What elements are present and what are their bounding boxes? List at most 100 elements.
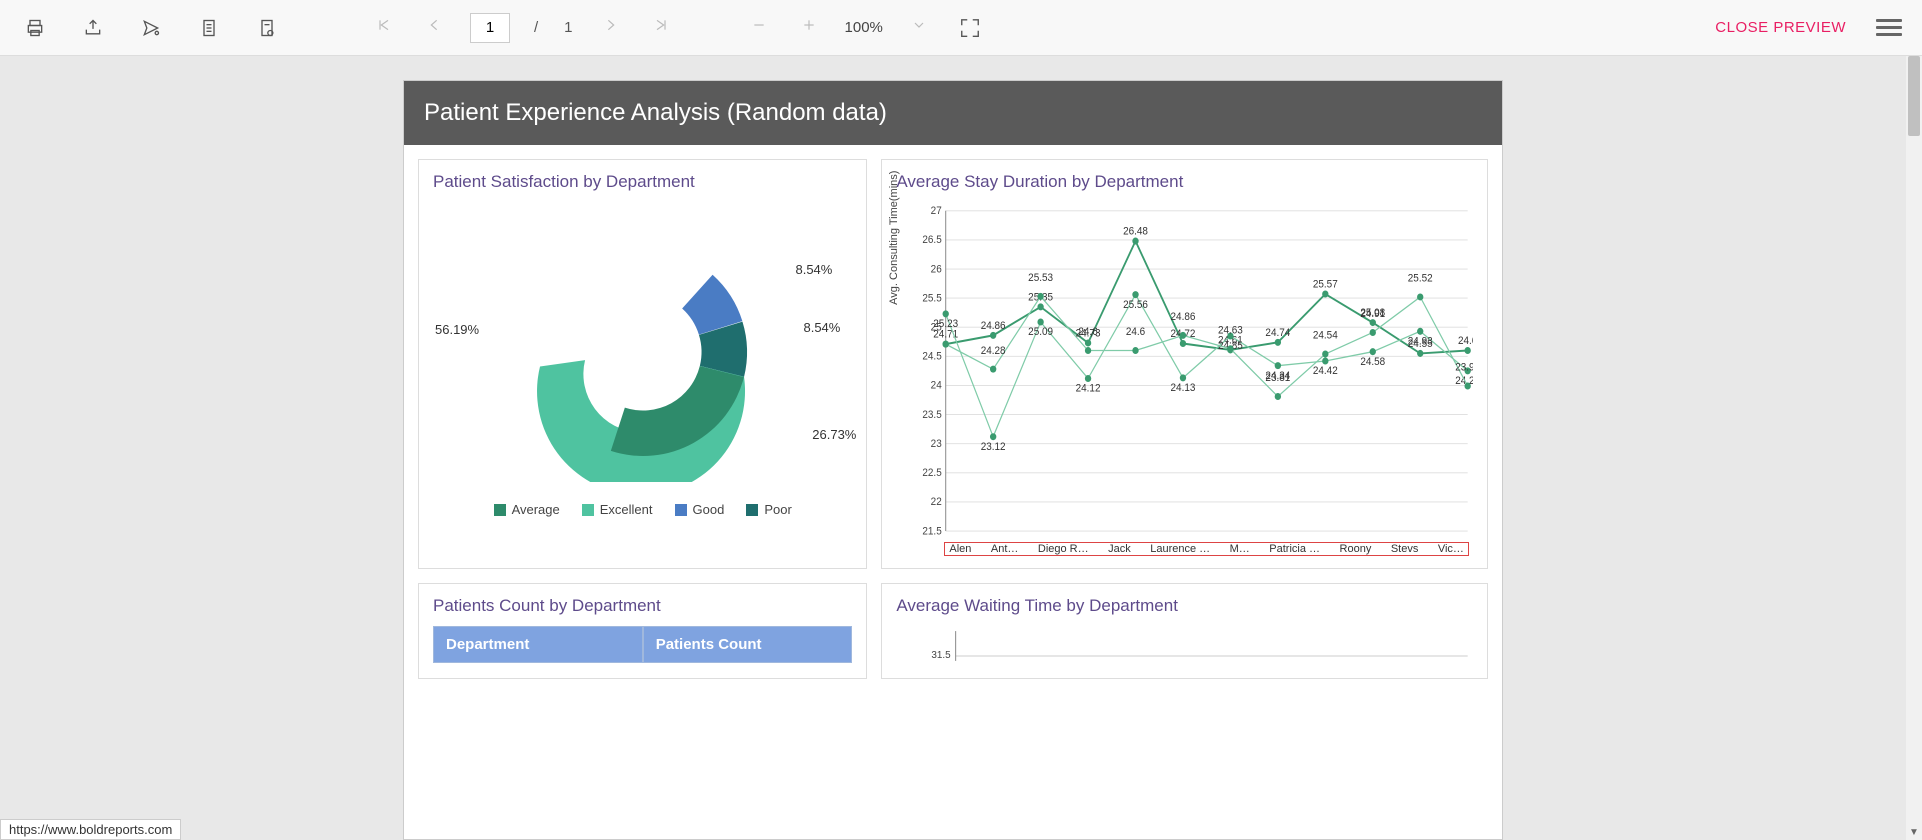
waiting-time-title: Average Waiting Time by Department (896, 596, 1473, 616)
first-page-icon[interactable] (370, 14, 398, 41)
svg-text:25.5: 25.5 (923, 293, 943, 305)
zoom-dropdown-icon[interactable] (905, 14, 933, 41)
svg-text:25.23: 25.23 (934, 319, 959, 331)
scrollbar-thumb[interactable] (1908, 56, 1920, 136)
waiting-chart: 31.5 (896, 626, 1473, 666)
page-separator: / (534, 19, 538, 36)
table-col-department: Department (433, 626, 643, 663)
x-category: Roony (1340, 543, 1372, 555)
x-axis-categories: Alen Ant… Diego R… Jack Laurence … M… Patricia… (944, 542, 1469, 556)
donut-legend: Average Excellent Good Poor (433, 502, 852, 517)
table-col-count: Patients Count (643, 626, 853, 663)
svg-text:24.86: 24.86 (1171, 312, 1196, 324)
satisfaction-title: Patient Satisfaction by Department (433, 172, 852, 192)
donut-chart (513, 222, 773, 482)
waiting-time-card: Average Waiting Time by Department 31.5 (881, 583, 1488, 679)
slice-label-good: 8.54% (795, 262, 832, 277)
svg-text:24.93: 24.93 (1408, 336, 1433, 348)
close-preview-button[interactable]: CLOSE PREVIEW (1715, 19, 1846, 36)
report-title: Patient Experience Analysis (Random data… (404, 81, 1502, 145)
y-axis-label: Avg. Consulting Time(mins) (888, 171, 900, 305)
status-bar-url: https://www.boldreports.com (0, 819, 181, 840)
x-category: Alen (949, 543, 971, 555)
x-category: M… (1230, 543, 1250, 555)
svg-text:24.86: 24.86 (981, 320, 1006, 332)
prev-page-icon[interactable] (420, 14, 448, 41)
svg-text:24.58: 24.58 (1361, 356, 1386, 368)
svg-text:22: 22 (931, 497, 942, 509)
svg-text:25.09: 25.09 (1029, 327, 1054, 339)
zoom-in-icon[interactable] (795, 14, 823, 41)
svg-text:24.12: 24.12 (1076, 383, 1101, 395)
print-icon[interactable] (20, 13, 50, 43)
svg-text:24.42: 24.42 (1313, 366, 1338, 378)
svg-text:24.63: 24.63 (1218, 325, 1243, 337)
line-chart: 21.52222.52323.52424.52525.52626.52724.7… (896, 202, 1473, 542)
fit-page-icon[interactable] (955, 13, 985, 43)
x-category: Vic… (1438, 543, 1464, 555)
report-viewport: Patient Experience Analysis (Random data… (0, 56, 1906, 840)
svg-text:26.5: 26.5 (923, 235, 943, 247)
svg-text:27: 27 (931, 206, 942, 218)
document-icon[interactable] (194, 13, 224, 43)
svg-text:22.5: 22.5 (923, 468, 943, 480)
svg-text:24.6: 24.6 (1079, 327, 1099, 339)
svg-text:31.5: 31.5 (932, 650, 952, 661)
svg-text:24.28: 24.28 (981, 345, 1006, 357)
table-header: Department Patients Count (433, 626, 852, 663)
svg-text:24.74: 24.74 (1266, 327, 1291, 339)
x-category: Jack (1108, 543, 1131, 555)
export-icon[interactable] (78, 13, 108, 43)
x-category: Ant… (991, 543, 1019, 555)
svg-text:25.53: 25.53 (1029, 273, 1054, 285)
vertical-scrollbar[interactable]: ▲ ▼ (1906, 56, 1922, 840)
slice-label-average: 26.73% (812, 427, 856, 442)
svg-text:23.5: 23.5 (923, 409, 943, 421)
svg-text:23.12: 23.12 (981, 441, 1006, 453)
svg-text:24.71: 24.71 (934, 329, 959, 341)
report-page: Patient Experience Analysis (Random data… (403, 80, 1503, 840)
svg-text:23: 23 (931, 439, 942, 451)
last-page-icon[interactable] (647, 14, 675, 41)
x-category: Patricia … (1269, 543, 1320, 555)
legend-good: Good (693, 502, 725, 517)
satisfaction-card: Patient Satisfaction by Department (418, 159, 867, 569)
page-number-input[interactable] (470, 13, 510, 43)
slice-label-poor: 8.54% (803, 320, 840, 335)
svg-text:23.99: 23.99 (1456, 362, 1473, 374)
send-icon[interactable] (136, 13, 166, 43)
svg-text:23.81: 23.81 (1266, 373, 1291, 385)
hamburger-menu-icon[interactable] (1876, 15, 1902, 41)
svg-text:24.54: 24.54 (1313, 330, 1338, 342)
svg-text:24.91: 24.91 (1361, 309, 1386, 321)
svg-text:25.52: 25.52 (1408, 273, 1433, 285)
next-page-icon[interactable] (597, 14, 625, 41)
stay-duration-card: Average Stay Duration by Department Avg.… (881, 159, 1488, 569)
svg-text:24: 24 (931, 380, 942, 392)
patients-count-title: Patients Count by Department (433, 596, 852, 616)
x-category: Laurence … (1150, 543, 1210, 555)
patients-count-card: Patients Count by Department Department … (418, 583, 867, 679)
svg-text:26.48: 26.48 (1123, 226, 1148, 238)
zoom-level: 100% (845, 19, 883, 36)
svg-text:24.6: 24.6 (1458, 336, 1473, 348)
legend-average: Average (512, 502, 560, 517)
svg-text:25.56: 25.56 (1123, 299, 1148, 311)
legend-poor: Poor (764, 502, 791, 517)
svg-text:24.6: 24.6 (1126, 327, 1146, 339)
svg-text:25.57: 25.57 (1313, 279, 1338, 291)
stay-duration-title: Average Stay Duration by Department (896, 172, 1473, 192)
svg-text:26: 26 (931, 264, 942, 276)
x-category: Diego R… (1038, 543, 1089, 555)
document-settings-icon[interactable] (252, 13, 282, 43)
svg-text:21.5: 21.5 (923, 526, 943, 538)
svg-text:24.13: 24.13 (1171, 383, 1196, 395)
scroll-down-icon[interactable]: ▼ (1906, 827, 1922, 838)
page-total: 1 (564, 19, 572, 36)
x-category: Stevs (1391, 543, 1419, 555)
zoom-out-icon[interactable] (745, 14, 773, 41)
toolbar: / 1 100% CLOSE PREVIEW (0, 0, 1922, 56)
slice-label-excellent: 56.19% (435, 322, 479, 337)
legend-excellent: Excellent (600, 502, 653, 517)
svg-text:24.5: 24.5 (923, 351, 943, 363)
